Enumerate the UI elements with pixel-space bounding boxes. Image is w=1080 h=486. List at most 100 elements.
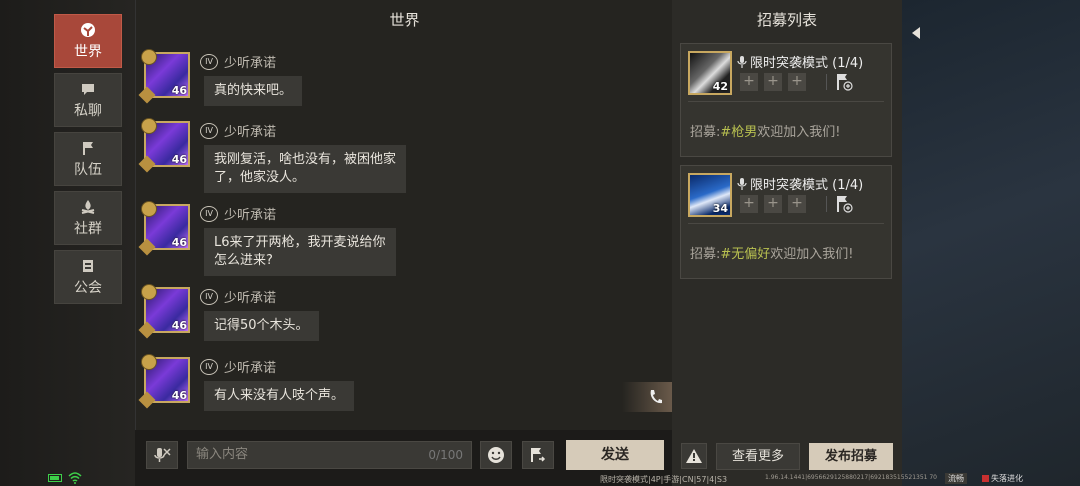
chat-message: 46 IV 少听承诺 记得50个木头。 xyxy=(138,284,624,341)
empty-slot: + xyxy=(764,73,782,91)
empty-slot: + xyxy=(764,195,782,213)
nav-item-guild[interactable]: 公会 xyxy=(54,250,122,304)
message-bubble: 真的快来吧。 xyxy=(204,76,303,106)
divider xyxy=(688,101,884,102)
nav-item-private[interactable]: 私聊 xyxy=(54,73,122,127)
flag-icon xyxy=(83,141,93,155)
recruit-message: 招募:#枪男欢迎加入我们! xyxy=(690,125,841,140)
rank-badge-icon xyxy=(141,201,157,217)
divider xyxy=(826,196,827,212)
channel-nav: 世界 私聊 队伍 社群 公会 xyxy=(54,14,122,309)
publish-recruit-button[interactable]: 发布招募 xyxy=(809,443,893,470)
chat-title: 世界 xyxy=(389,11,420,29)
avatar[interactable]: 46 xyxy=(138,201,190,256)
status-bar: 限时突袭模式|4P|手游|CN|57|4|S3 1.96.14.1441|695… xyxy=(0,472,1080,486)
join-team-icon[interactable] xyxy=(835,72,853,92)
avatar[interactable]: 46 xyxy=(138,354,190,409)
avatar[interactable]: 46 xyxy=(138,118,190,173)
recruit-mode: 限时突袭模式 (1/4) xyxy=(737,52,863,71)
vip-badge-icon: IV xyxy=(200,122,218,139)
medal-icon xyxy=(138,86,156,104)
leader-avatar[interactable]: 42 xyxy=(688,51,732,95)
player-level: 46 xyxy=(171,153,187,166)
player-level: 46 xyxy=(171,236,187,249)
rank-badge-icon xyxy=(141,284,157,300)
vip-badge-icon: IV xyxy=(200,205,218,222)
world-chat-panel: 世界 46 IV 少听承诺 真的快来吧。 46 IV 少听承诺 我刚复活，啥也没有，… xyxy=(135,0,674,486)
send-button[interactable]: 发送 xyxy=(566,440,664,470)
leader-avatar[interactable]: 34 xyxy=(688,173,732,217)
chat-message: 46 IV 少听承诺 我刚复活，啥也没有，被困他家 了，他家没人。 xyxy=(138,118,624,193)
smiley-icon xyxy=(488,447,504,463)
player-name[interactable]: IV 少听承诺 xyxy=(200,287,276,306)
char-counter: 0/100 xyxy=(428,448,463,462)
message-bubble: 记得50个木头。 xyxy=(204,311,319,341)
recruit-tag: #无偏好 xyxy=(720,247,771,262)
join-team-icon[interactable] xyxy=(835,194,853,214)
report-button[interactable] xyxy=(681,443,707,469)
mic-muted-icon xyxy=(154,448,171,462)
emoji-button[interactable] xyxy=(480,441,512,469)
nav-item-community[interactable]: 社群 xyxy=(54,191,122,245)
game-scene-background xyxy=(902,0,1080,486)
build-info: 1.96.14.1441|6956629125880217|6921835155… xyxy=(765,474,938,481)
divider xyxy=(826,74,827,90)
recruit-panel: 招募列表 42 限时突袭模式 (1/4) + + + 招募:#枪男欢迎加入我们!… xyxy=(672,0,902,486)
player-name[interactable]: IV 少听承诺 xyxy=(200,357,276,376)
rank-badge-icon xyxy=(141,118,157,134)
recruit-message: 招募:#无偏好欢迎加入我们! xyxy=(690,247,854,262)
phone-icon xyxy=(650,390,662,404)
mic-icon xyxy=(737,55,747,68)
chat-message: 46 IV 少听承诺 真的快来吧。 xyxy=(138,49,624,106)
rank-badge-icon xyxy=(141,49,157,65)
wifi-icon xyxy=(68,472,82,484)
avatar[interactable]: 46 xyxy=(138,49,190,104)
view-more-button[interactable]: 查看更多 xyxy=(716,443,800,470)
player-level: 46 xyxy=(171,389,187,402)
medal-icon xyxy=(138,321,156,339)
mic-icon xyxy=(737,177,747,190)
recruit-tag: #枪男 xyxy=(720,125,758,140)
recruit-title: 招募列表 xyxy=(756,11,817,29)
nav-item-world[interactable]: 世界 xyxy=(54,14,122,68)
voice-tab[interactable] xyxy=(622,382,672,412)
chat-input-placeholder: 输入内容 xyxy=(196,447,249,462)
medal-icon xyxy=(138,391,156,409)
nav-item-label: 队伍 xyxy=(74,161,102,178)
chat-bubble-icon xyxy=(82,83,94,95)
message-bubble: 有人来没有人吱个声。 xyxy=(204,381,355,411)
world-icon xyxy=(81,22,95,37)
vip-badge-icon: IV xyxy=(200,53,218,70)
collapse-panel-button[interactable] xyxy=(904,20,928,46)
share-location-button[interactable] xyxy=(522,441,554,469)
game-logo: 失落进化 xyxy=(982,473,1023,484)
vip-badge-icon: IV xyxy=(200,358,218,375)
nav-item-label: 社群 xyxy=(74,220,102,237)
player-level: 46 xyxy=(171,84,187,97)
avatar[interactable]: 46 xyxy=(138,284,190,339)
chat-message: 46 IV 少听承诺 L6来了开两枪，我开麦说给你 怎么进来? xyxy=(138,201,624,276)
voice-mute-button[interactable] xyxy=(146,441,178,469)
chat-message: 46 IV 少听承诺 有人来没有人吱个声。 xyxy=(138,354,624,411)
message-bubble: 我刚复活，啥也没有，被困他家 了，他家没人。 xyxy=(204,145,407,193)
warning-icon xyxy=(686,449,702,463)
empty-slot: + xyxy=(740,73,758,91)
nav-item-team[interactable]: 队伍 xyxy=(54,132,122,186)
flag-share-icon xyxy=(531,448,546,462)
logo-icon xyxy=(982,475,989,482)
battery-icon xyxy=(48,474,62,482)
nav-item-label: 世界 xyxy=(74,43,102,60)
chat-input[interactable]: 输入内容 0/100 xyxy=(187,441,472,469)
medal-icon xyxy=(138,238,156,256)
player-name[interactable]: IV 少听承诺 xyxy=(200,204,276,223)
recruit-card[interactable]: 34 限时突袭模式 (1/4) + + + 招募:#无偏好欢迎加入我们! xyxy=(680,165,892,279)
campfire-icon xyxy=(81,199,95,214)
recruit-mode: 限时突袭模式 (1/4) xyxy=(737,174,863,193)
player-name[interactable]: IV 少听承诺 xyxy=(200,121,276,140)
divider xyxy=(688,223,884,224)
empty-slot: + xyxy=(788,73,806,91)
player-name[interactable]: IV 少听承诺 xyxy=(200,52,276,71)
vip-badge-icon: IV xyxy=(200,288,218,305)
recruit-card[interactable]: 42 限时突袭模式 (1/4) + + + 招募:#枪男欢迎加入我们! xyxy=(680,43,892,157)
empty-slot: + xyxy=(788,195,806,213)
